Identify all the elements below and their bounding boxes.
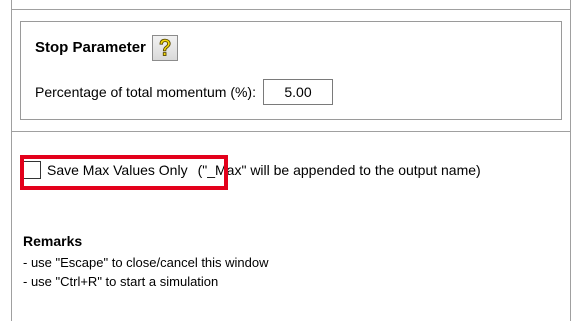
help-button[interactable] [151,35,178,61]
stop-parameter-title: Stop Parameter [35,39,146,56]
highlight-annotation-box [20,155,228,190]
remarks-line-ctrl-r: - use "Ctrl+R" to start a simulation [23,274,219,289]
remarks-section: Remarks - use "Escape" to close/cancel t… [23,233,269,291]
stop-parameter-header: Stop Parameter [35,35,178,61]
save-max-values-note: ("_Max" will be appended to the output n… [197,162,481,178]
momentum-row: Percentage of total momentum (%): [35,79,333,105]
momentum-input[interactable] [263,79,333,105]
momentum-label: Percentage of total momentum (%): [35,84,256,100]
section-divider [11,131,571,132]
remarks-line-escape: - use "Escape" to close/cancel this wind… [23,255,269,270]
dialog-page: Stop Parameter Percentage of total momen… [0,0,582,321]
stop-parameter-group: Stop Parameter Percentage of total momen… [20,21,562,120]
question-mark-icon [159,38,171,56]
top-panel-edge [11,0,571,10]
remarks-title: Remarks [23,233,83,249]
